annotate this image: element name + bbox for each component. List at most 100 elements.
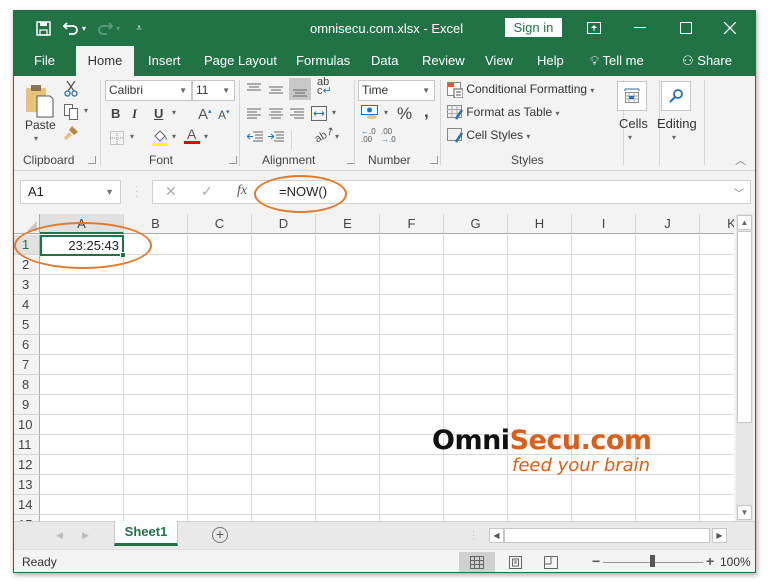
font-color-icon[interactable]: A xyxy=(184,126,200,147)
tab-insert[interactable]: Insert xyxy=(148,46,181,76)
column-header-g[interactable]: G xyxy=(444,214,508,234)
align-left-icon[interactable] xyxy=(247,108,261,123)
close-icon[interactable] xyxy=(720,18,740,38)
tab-view[interactable]: View xyxy=(485,46,513,76)
paste-dropdown-icon[interactable]: ▾ xyxy=(34,134,38,143)
collapse-ribbon-icon[interactable]: ︿ xyxy=(735,152,746,168)
row-header-8[interactable]: 8 xyxy=(14,375,40,395)
cut-icon[interactable] xyxy=(64,80,78,100)
row-header-5[interactable]: 5 xyxy=(14,315,40,335)
enter-icon[interactable]: ✓ xyxy=(201,183,213,200)
scroll-right-icon[interactable]: ▶ xyxy=(712,528,727,543)
normal-view-icon[interactable] xyxy=(459,552,495,572)
decrease-decimal-icon[interactable]: .00 →.0 xyxy=(381,128,396,144)
underline-button[interactable]: U xyxy=(154,106,163,121)
column-header-i[interactable]: I xyxy=(572,214,636,234)
underline-dropdown-icon[interactable]: ▾ xyxy=(172,108,176,117)
italic-button[interactable]: I xyxy=(132,106,137,122)
next-sheet-icon[interactable]: ▶ xyxy=(82,530,89,541)
font-name-combo[interactable]: Calibri ▼ xyxy=(105,80,192,101)
font-color-dropdown-icon[interactable]: ▾ xyxy=(204,132,208,141)
tab-review[interactable]: Review xyxy=(422,46,465,76)
sheet-tab-sheet1[interactable]: Sheet1 xyxy=(114,521,178,546)
tab-home[interactable]: Home xyxy=(76,46,134,76)
column-header-k[interactable]: K xyxy=(700,214,734,234)
format-as-table-button[interactable]: Format as Table ▾ xyxy=(447,105,560,121)
row-header-11[interactable]: 11 xyxy=(14,435,40,455)
column-header-j[interactable]: J xyxy=(636,214,700,234)
align-center-icon[interactable] xyxy=(269,108,283,123)
row-header-3[interactable]: 3 xyxy=(14,275,40,295)
row-header-10[interactable]: 10 xyxy=(14,415,40,435)
middle-align-icon[interactable] xyxy=(269,84,283,98)
row-header-9[interactable]: 9 xyxy=(14,395,40,415)
cells-label[interactable]: Cells xyxy=(619,116,648,131)
tab-file[interactable]: File xyxy=(34,46,55,76)
column-header-e[interactable]: E xyxy=(316,214,380,234)
minimize-icon[interactable] xyxy=(630,18,650,38)
horizontal-scrollbar[interactable]: ◀ ▶ xyxy=(489,528,727,543)
top-align-icon[interactable] xyxy=(247,82,261,96)
resize-handle[interactable]: · · · xyxy=(135,182,138,202)
page-break-view-icon[interactable] xyxy=(533,552,569,572)
tab-formulas[interactable]: Formulas xyxy=(296,46,350,76)
cells-icon[interactable] xyxy=(617,81,647,111)
zoom-in-button[interactable]: + xyxy=(706,553,714,569)
page-layout-view-icon[interactable] xyxy=(497,552,533,572)
maximize-icon[interactable] xyxy=(676,18,696,38)
ribbon-display-options-icon[interactable] xyxy=(584,18,604,38)
name-box[interactable]: A1 ▼ xyxy=(20,180,121,204)
editing-dropdown-icon[interactable]: ▾ xyxy=(672,133,676,142)
find-icon[interactable] xyxy=(661,81,691,111)
merge-center-icon[interactable] xyxy=(311,106,327,124)
conditional-formatting-button[interactable]: Conditional Formatting ▾ xyxy=(447,82,594,99)
vertical-scrollbar[interactable]: ▲ ▼ xyxy=(736,214,753,521)
increase-decimal-icon[interactable]: ←.0.00 xyxy=(361,128,376,144)
scroll-left-icon[interactable]: ◀ xyxy=(489,528,504,543)
font-dialog-launcher[interactable] xyxy=(229,156,237,164)
horizontal-scroll-thumb[interactable] xyxy=(504,528,710,543)
column-header-c[interactable]: C xyxy=(188,214,252,234)
align-right-icon[interactable] xyxy=(290,108,304,123)
comma-style-button[interactable]: , xyxy=(424,102,429,122)
sign-in-button[interactable]: Sign in xyxy=(505,18,562,37)
expand-formula-bar-icon[interactable]: ﹀ xyxy=(734,185,744,200)
number-format-combo[interactable]: Time ▼ xyxy=(358,80,435,101)
column-header-h[interactable]: H xyxy=(508,214,572,234)
tab-data[interactable]: Data xyxy=(371,46,398,76)
row-header-13[interactable]: 13 xyxy=(14,475,40,495)
increase-font-size-icon[interactable]: A▴ xyxy=(198,106,212,123)
bold-button[interactable]: B xyxy=(111,106,120,121)
column-header-d[interactable]: D xyxy=(252,214,316,234)
borders-dropdown-icon[interactable]: ▾ xyxy=(130,132,134,141)
fill-color-icon[interactable] xyxy=(152,128,169,149)
row-header-4[interactable]: 4 xyxy=(14,295,40,315)
font-size-combo[interactable]: 11 ▼ xyxy=(192,80,235,101)
column-header-f[interactable]: F xyxy=(380,214,444,234)
cells-dropdown-icon[interactable]: ▾ xyxy=(628,133,632,142)
bottom-align-icon[interactable] xyxy=(289,78,311,100)
undo-dropdown-icon[interactable]: ▾ xyxy=(82,24,86,33)
clipboard-dialog-launcher[interactable] xyxy=(88,156,96,164)
redo-icon[interactable] xyxy=(96,19,114,37)
tab-help[interactable]: Help xyxy=(537,46,564,76)
decrease-indent-icon[interactable] xyxy=(246,131,263,146)
insert-function-icon[interactable]: fx xyxy=(237,183,247,199)
tab-page-layout[interactable]: Page Layout xyxy=(204,46,277,76)
prev-sheet-icon[interactable]: ◀ xyxy=(56,530,63,541)
number-dialog-launcher[interactable] xyxy=(430,156,438,164)
increase-indent-icon[interactable] xyxy=(268,131,284,146)
scroll-up-icon[interactable]: ▲ xyxy=(737,215,752,230)
zoom-out-button[interactable]: − xyxy=(592,553,600,569)
row-header-12[interactable]: 12 xyxy=(14,455,40,475)
merge-dropdown-icon[interactable]: ▾ xyxy=(332,108,336,117)
zoom-level[interactable]: 100% xyxy=(720,555,751,569)
row-header-14[interactable]: 14 xyxy=(14,495,40,515)
borders-icon[interactable] xyxy=(110,131,124,148)
undo-icon[interactable] xyxy=(62,19,80,37)
copy-icon[interactable] xyxy=(64,104,78,123)
tell-me-search[interactable]: 💡︎ Tell me xyxy=(590,46,644,76)
share-button[interactable]: ⚇ Share xyxy=(682,46,732,76)
row-header-7[interactable]: 7 xyxy=(14,355,40,375)
paste-label[interactable]: Paste xyxy=(25,118,56,132)
